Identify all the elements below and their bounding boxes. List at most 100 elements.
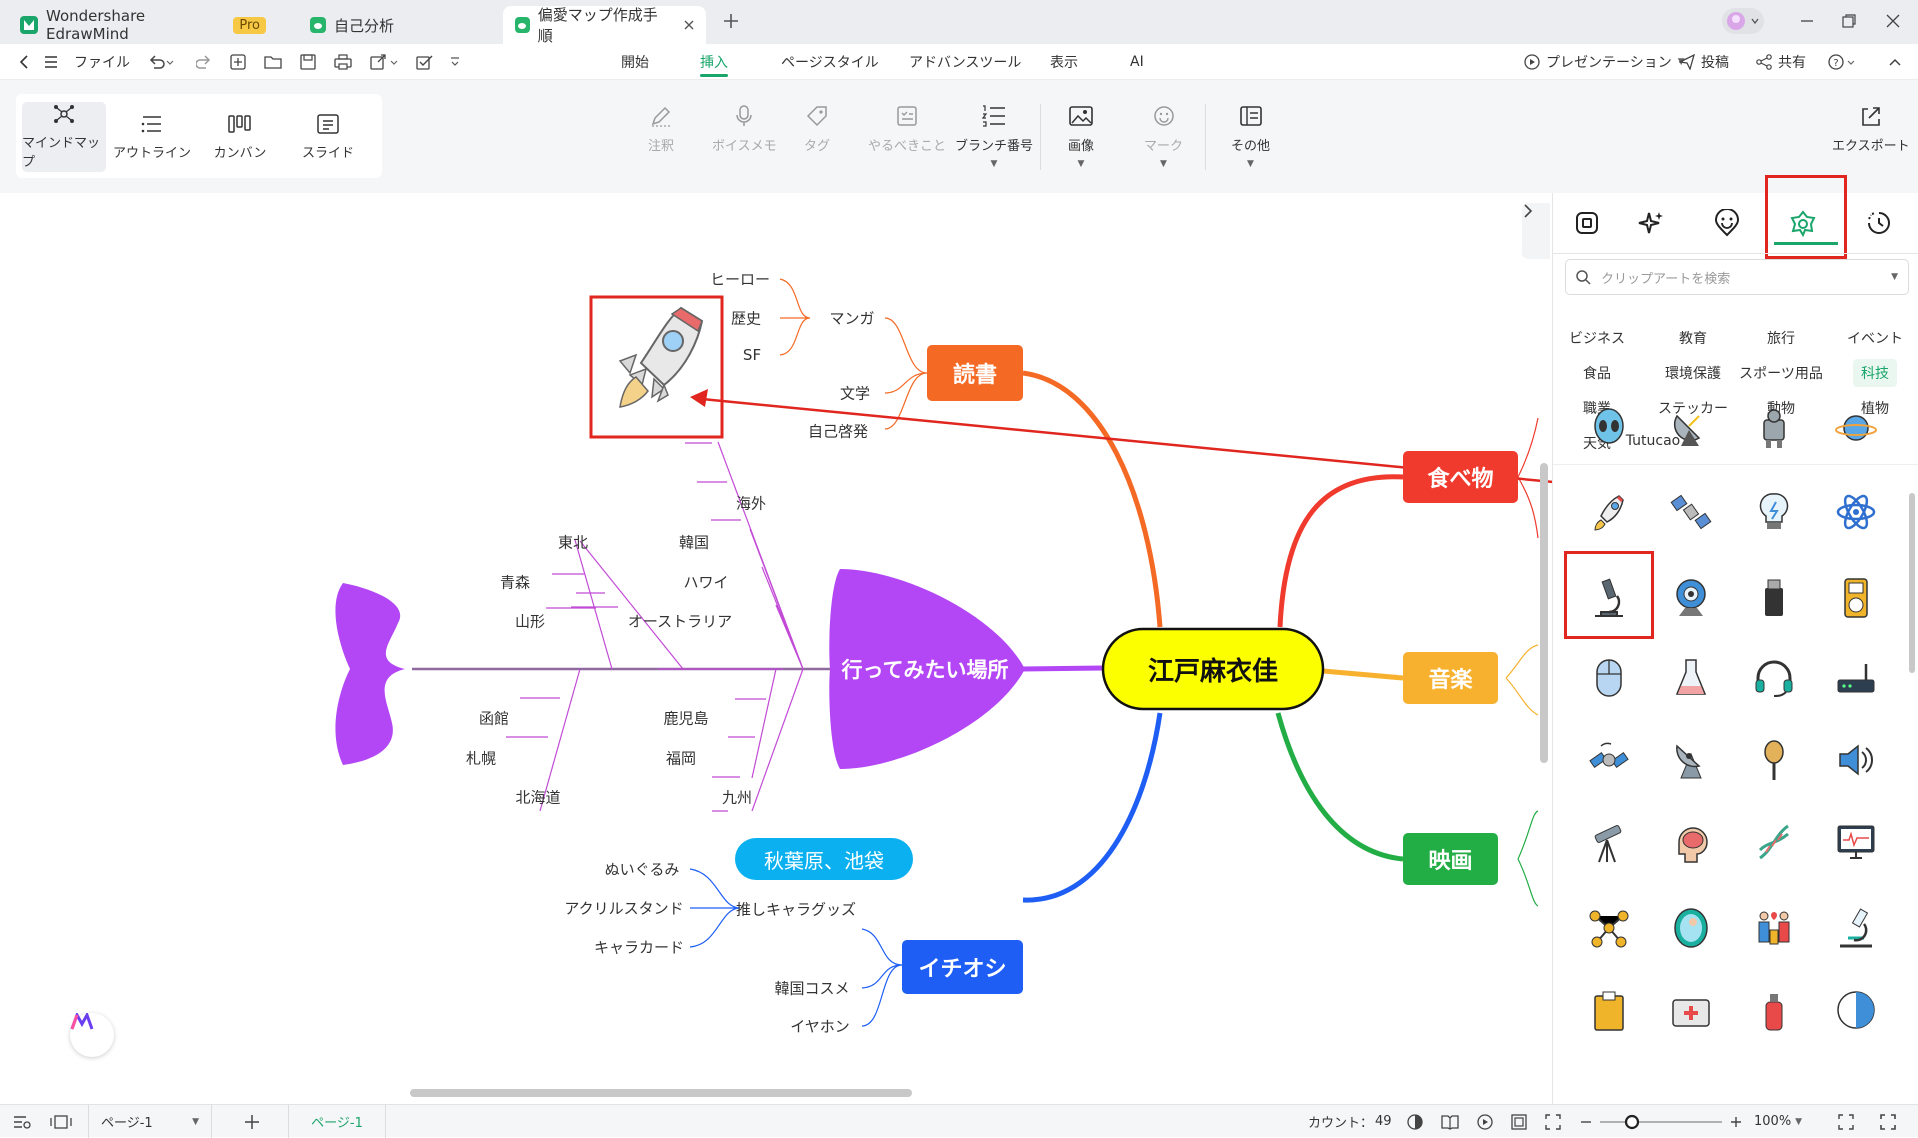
- microphone-icon[interactable]: [1739, 725, 1809, 795]
- export-button[interactable]: エクスポート: [1832, 104, 1910, 154]
- collapse-up-icon[interactable]: [1888, 55, 1902, 69]
- chevron-down-icon[interactable]: ▼: [1891, 273, 1898, 282]
- satellite-dish-icon[interactable]: [1656, 393, 1726, 463]
- rocket-icon[interactable]: [1574, 477, 1644, 547]
- robot-icon[interactable]: [1739, 393, 1809, 463]
- zoom-in-icon[interactable]: [1730, 1105, 1742, 1138]
- page-list-icon[interactable]: [12, 1105, 32, 1138]
- satellite-icon[interactable]: [1656, 477, 1726, 547]
- close-tab-icon[interactable]: [684, 20, 694, 30]
- category-0-1[interactable]: 教育: [1679, 328, 1707, 348]
- atom-icon[interactable]: [1821, 477, 1891, 547]
- page-select[interactable]: ページ-1 ▼: [88, 1105, 212, 1138]
- zoom-select[interactable]: 100% ▼: [1754, 1105, 1802, 1138]
- subtopic-korea[interactable]: 韓国: [679, 532, 709, 553]
- export-share-icon[interactable]: [370, 54, 398, 70]
- topic-movie[interactable]: 映画: [1403, 833, 1498, 885]
- new-tab-icon[interactable]: [722, 12, 740, 30]
- space-station-icon[interactable]: [1574, 725, 1644, 795]
- category-1-1[interactable]: 環境保護: [1665, 363, 1721, 383]
- image-button[interactable]: 画像 ▼: [1068, 104, 1094, 169]
- tab-advanced-tools[interactable]: アドバンスツール: [909, 44, 1021, 80]
- tab-page-style[interactable]: ページスタイル: [781, 44, 879, 80]
- tab-view[interactable]: 表示: [1050, 44, 1078, 80]
- floating-topic[interactable]: 秋葉原、池袋: [735, 838, 913, 880]
- topic-reading[interactable]: 読書: [927, 345, 1023, 401]
- clipart-search-input[interactable]: クリップアートを検索 ▼: [1565, 259, 1909, 295]
- fullscreen-fit-icon[interactable]: [1545, 1105, 1561, 1138]
- view-slide-button[interactable]: スライド: [286, 102, 370, 172]
- category-1-0[interactable]: 食品: [1583, 363, 1611, 383]
- subtopic-acrylic-stand[interactable]: アクリルスタンド: [564, 898, 683, 919]
- monitor-icon[interactable]: [1821, 807, 1891, 877]
- category-0-3[interactable]: イベント: [1847, 328, 1903, 348]
- clipboard-icon[interactable]: [1574, 975, 1644, 1045]
- page-tab[interactable]: ページ-1: [288, 1105, 386, 1138]
- avatar[interactable]: [1722, 8, 1764, 34]
- subtopic-chara-card[interactable]: キャラカード: [594, 937, 684, 958]
- save-icon[interactable]: [300, 54, 316, 70]
- print-icon[interactable]: [334, 54, 352, 70]
- subtopic-hokkaido[interactable]: 北海道: [515, 787, 560, 808]
- tab-insert[interactable]: 挿入: [700, 44, 728, 80]
- ai-assistant-icon[interactable]: [70, 1013, 114, 1057]
- zoom-out-icon[interactable]: [1580, 1105, 1592, 1138]
- topic-oshi[interactable]: イチオシ: [902, 940, 1023, 994]
- subtopic-kagoshima[interactable]: 鹿児島: [663, 708, 708, 729]
- subtopic-overseas[interactable]: 海外: [736, 493, 766, 514]
- subtopic-chara-goods[interactable]: 推しキャラグッズ: [736, 899, 856, 920]
- checkbox-icon[interactable]: [416, 54, 434, 70]
- headset-icon[interactable]: [1739, 643, 1809, 713]
- subtopic-aomori[interactable]: 青森: [500, 572, 530, 593]
- topic-places[interactable]: 行ってみたい場所: [830, 639, 1020, 699]
- todo-button[interactable]: やるべきこと: [868, 104, 946, 154]
- subtopic-earphones[interactable]: イヤホン: [790, 1016, 850, 1037]
- brain-icon[interactable]: [1656, 807, 1726, 877]
- dna-icon[interactable]: [1739, 807, 1809, 877]
- subtopic-korean-cosmetics[interactable]: 韓国コスメ: [774, 978, 849, 999]
- category-0-0[interactable]: ビジネス: [1569, 328, 1625, 348]
- canvas-vertical-scrollbar[interactable]: [1540, 463, 1548, 763]
- subtopic-yamagata[interactable]: 山形: [515, 611, 545, 632]
- planet-icon[interactable]: [1821, 393, 1891, 463]
- category-1-3[interactable]: 科技: [1853, 359, 1897, 387]
- page-view-icon[interactable]: [50, 1105, 72, 1138]
- subtopic-self-help[interactable]: 自己啓発: [808, 421, 868, 442]
- subtopic-plush[interactable]: ぬいぐるみ: [605, 859, 680, 880]
- annotation-button[interactable]: 注釈: [648, 104, 674, 154]
- close-window-icon[interactable]: [1886, 14, 1900, 28]
- topic-music[interactable]: 音楽: [1403, 652, 1498, 704]
- fit-page-icon[interactable]: [1511, 1105, 1527, 1138]
- add-page-icon[interactable]: [244, 1105, 260, 1138]
- file-menu[interactable]: ファイル: [74, 44, 130, 80]
- panel-tab-marks[interactable]: [1697, 201, 1757, 245]
- tab-home[interactable]: 開始: [621, 44, 649, 80]
- panel-tab-ai-sparkle[interactable]: [1621, 201, 1681, 245]
- post-button[interactable]: 投稿: [1679, 44, 1729, 80]
- collapse-panel-icon[interactable]: [1522, 203, 1550, 259]
- flask-icon[interactable]: [1656, 643, 1726, 713]
- molecule-icon[interactable]: [1574, 893, 1644, 963]
- tab-ai[interactable]: AI: [1130, 44, 1144, 80]
- subtopic-australia[interactable]: オーストラリア: [628, 611, 732, 632]
- subtopic-hawaii[interactable]: ハワイ: [683, 572, 728, 593]
- mark-button[interactable]: マーク ▼: [1144, 104, 1183, 169]
- subtopic-tohoku[interactable]: 東北: [558, 532, 588, 553]
- usb-drive-icon[interactable]: [1739, 563, 1809, 633]
- fit-screen-icon[interactable]: [1838, 1105, 1854, 1138]
- panel-scrollbar[interactable]: [1909, 493, 1915, 673]
- back-icon[interactable]: [18, 55, 30, 69]
- subtopic-hakodate[interactable]: 函館: [479, 708, 509, 729]
- mp3-player-icon[interactable]: [1821, 563, 1891, 633]
- book-icon[interactable]: [1441, 1105, 1459, 1138]
- subtopic-manga[interactable]: マンガ: [829, 308, 874, 329]
- telescope-icon[interactable]: [1574, 807, 1644, 877]
- radar-icon[interactable]: [1656, 725, 1726, 795]
- central-topic[interactable]: 江戸麻衣佳: [1103, 629, 1323, 709]
- voice-memo-button[interactable]: ボイスメモ: [712, 104, 777, 154]
- subtopic-sf[interactable]: SF: [743, 346, 761, 364]
- share-button[interactable]: 共有: [1756, 44, 1806, 80]
- theme-icon[interactable]: [1407, 1105, 1423, 1138]
- router-icon[interactable]: [1821, 643, 1891, 713]
- speaker-icon[interactable]: [1821, 725, 1891, 795]
